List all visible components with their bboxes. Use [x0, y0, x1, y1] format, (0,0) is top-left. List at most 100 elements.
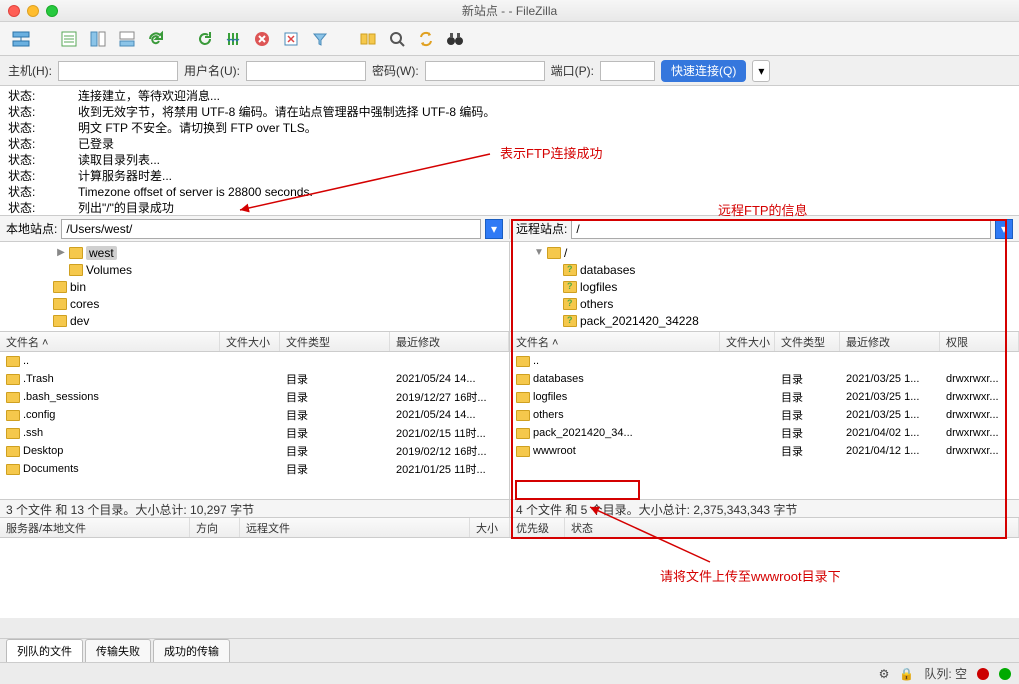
log-message: 计算服务器时差... — [78, 168, 172, 184]
list-item[interactable]: others目录2021/03/25 1...drwxrwxr... — [510, 406, 1019, 424]
tree-item[interactable]: cores — [4, 295, 505, 312]
remote-path-input[interactable] — [571, 219, 991, 239]
folder-icon — [69, 247, 83, 259]
expand-icon[interactable]: ▼ — [534, 247, 544, 258]
port-input[interactable] — [600, 61, 655, 81]
queue-col-remote[interactable]: 远程文件 — [240, 518, 470, 537]
toggle-log-icon[interactable] — [56, 27, 82, 51]
remote-path-dropdown[interactable]: ▾ — [995, 219, 1013, 239]
list-item[interactable]: .. — [0, 352, 509, 370]
quickconnect-button[interactable]: 快速连接(Q) — [661, 60, 746, 82]
tree-label: west — [86, 246, 117, 260]
tree-label: databases — [580, 263, 635, 277]
list-item[interactable]: Desktop目录2019/02/12 16时... — [0, 442, 509, 460]
folder-icon — [6, 392, 20, 403]
tree-label: cores — [70, 297, 99, 311]
reconnect-icon[interactable] — [191, 27, 217, 51]
gear-icon[interactable]: ⚙ — [879, 667, 890, 681]
disconnect-icon[interactable] — [278, 27, 304, 51]
folder-icon — [563, 264, 577, 276]
path-bar: 本地站点: ▾ 远程站点: ▾ — [0, 216, 1019, 242]
file-list-row: 文件名 ˄ 文件大小 文件类型 最近修改 ...Trash目录2021/05/2… — [0, 332, 1019, 500]
host-input[interactable] — [58, 61, 178, 81]
local-tree[interactable]: ▶ west Volumesbin cores dev — [0, 242, 509, 331]
tree-item[interactable]: ▼/ — [514, 244, 1015, 261]
remote-col-name[interactable]: 文件名 ˄ — [510, 332, 720, 351]
minimize-button[interactable] — [27, 5, 39, 17]
tab-queued[interactable]: 列队的文件 — [6, 639, 83, 662]
list-item[interactable]: Documents目录2021/01/25 11时... — [0, 460, 509, 478]
window-title: 新站点 - - FileZilla — [462, 2, 557, 19]
tree-item[interactable]: pack_2021420_34228 — [514, 312, 1015, 329]
remote-col-type[interactable]: 文件类型 — [775, 332, 840, 351]
expand-icon[interactable]: ▶ — [56, 247, 66, 258]
local-col-name[interactable]: 文件名 ˄ — [0, 332, 220, 351]
list-item[interactable]: databases目录2021/03/25 1...drwxrwxr... — [510, 370, 1019, 388]
local-path-label: 本地站点: — [6, 220, 57, 237]
remote-list-body[interactable]: ..databases目录2021/03/25 1...drwxrwxr...l… — [510, 352, 1019, 499]
toggle-queue-icon[interactable] — [114, 27, 140, 51]
queue-col-size[interactable]: 大小 — [470, 518, 510, 537]
list-item[interactable]: wwwroot目录2021/04/12 1...drwxrwxr... — [510, 442, 1019, 460]
pass-input[interactable] — [425, 61, 545, 81]
tree-label: dev — [70, 314, 89, 328]
queue-col-prio[interactable]: 优先级 — [510, 518, 565, 537]
process-queue-icon[interactable] — [220, 27, 246, 51]
tree-item[interactable]: logfiles — [514, 278, 1015, 295]
traffic-lights — [8, 5, 58, 17]
list-item[interactable]: logfiles目录2021/03/25 1...drwxrwxr... — [510, 388, 1019, 406]
search-icon[interactable] — [384, 27, 410, 51]
queue-col-status[interactable]: 状态 — [565, 518, 1019, 537]
queue-col-dir[interactable]: 方向 — [190, 518, 240, 537]
folder-icon — [563, 281, 577, 293]
remote-tree[interactable]: ▼/ databaseslogfilesotherspack_2021420_34… — [509, 242, 1019, 331]
local-list-body[interactable]: ...Trash目录2021/05/24 14....bash_sessions… — [0, 352, 509, 499]
tab-failed[interactable]: 传输失败 — [85, 639, 151, 662]
lock-icon[interactable]: 🔒 — [899, 667, 914, 681]
local-path-input[interactable] — [61, 219, 481, 239]
cancel-icon[interactable] — [249, 27, 275, 51]
remote-col-mod[interactable]: 最近修改 — [840, 332, 940, 351]
queue-body[interactable] — [0, 538, 1019, 618]
log-message: 读取目录列表... — [78, 152, 160, 168]
remote-col-size[interactable]: 文件大小 — [720, 332, 775, 351]
tree-item[interactable]: others — [514, 295, 1015, 312]
list-item[interactable]: .ssh目录2021/02/15 11时... — [0, 424, 509, 442]
local-col-type[interactable]: 文件类型 — [280, 332, 390, 351]
list-item[interactable]: pack_2021420_34...目录2021/04/02 1...drwxr… — [510, 424, 1019, 442]
local-col-mod[interactable]: 最近修改 — [390, 332, 509, 351]
folder-icon — [53, 298, 67, 310]
tree-item[interactable]: databases — [514, 261, 1015, 278]
close-button[interactable] — [8, 5, 20, 17]
quickconnect-history-dropdown[interactable]: ▾ — [752, 60, 770, 82]
tree-item[interactable]: ▶ west — [4, 244, 505, 261]
tab-success[interactable]: 成功的传输 — [153, 639, 230, 662]
list-item[interactable]: .Trash目录2021/05/24 14... — [0, 370, 509, 388]
remote-col-perm[interactable]: 权限 — [940, 332, 1019, 351]
maximize-button[interactable] — [46, 5, 58, 17]
tree-item[interactable]: bin — [4, 278, 505, 295]
compare-icon[interactable] — [355, 27, 381, 51]
sitemanager-icon[interactable] — [8, 27, 34, 51]
sync-icon[interactable] — [413, 27, 439, 51]
log-message: Timezone offset of server is 28800 secon… — [78, 184, 313, 200]
list-item[interactable]: .config目录2021/05/24 14... — [0, 406, 509, 424]
tree-label: Volumes — [86, 263, 132, 277]
message-log[interactable]: 状态:连接建立，等待欢迎消息...状态:收到无效字节，将禁用 UTF-8 编码。… — [0, 86, 1019, 216]
binoculars-icon[interactable] — [442, 27, 468, 51]
list-item[interactable]: .bash_sessions目录2019/12/27 16时... — [0, 388, 509, 406]
queue-col-server[interactable]: 服务器/本地文件 — [0, 518, 190, 537]
tree-item[interactable]: dev — [4, 312, 505, 329]
tree-item[interactable]: Volumes — [4, 261, 505, 278]
user-input[interactable] — [246, 61, 366, 81]
folder-icon — [6, 446, 20, 457]
refresh-icon[interactable] — [143, 27, 169, 51]
log-message: 已登录 — [78, 136, 114, 152]
local-path-dropdown[interactable]: ▾ — [485, 219, 503, 239]
folder-icon — [6, 428, 20, 439]
user-label: 用户名(U): — [184, 62, 240, 79]
filter-icon[interactable] — [307, 27, 333, 51]
list-item[interactable]: .. — [510, 352, 1019, 370]
local-col-size[interactable]: 文件大小 — [220, 332, 280, 351]
toggle-tree-icon[interactable] — [85, 27, 111, 51]
